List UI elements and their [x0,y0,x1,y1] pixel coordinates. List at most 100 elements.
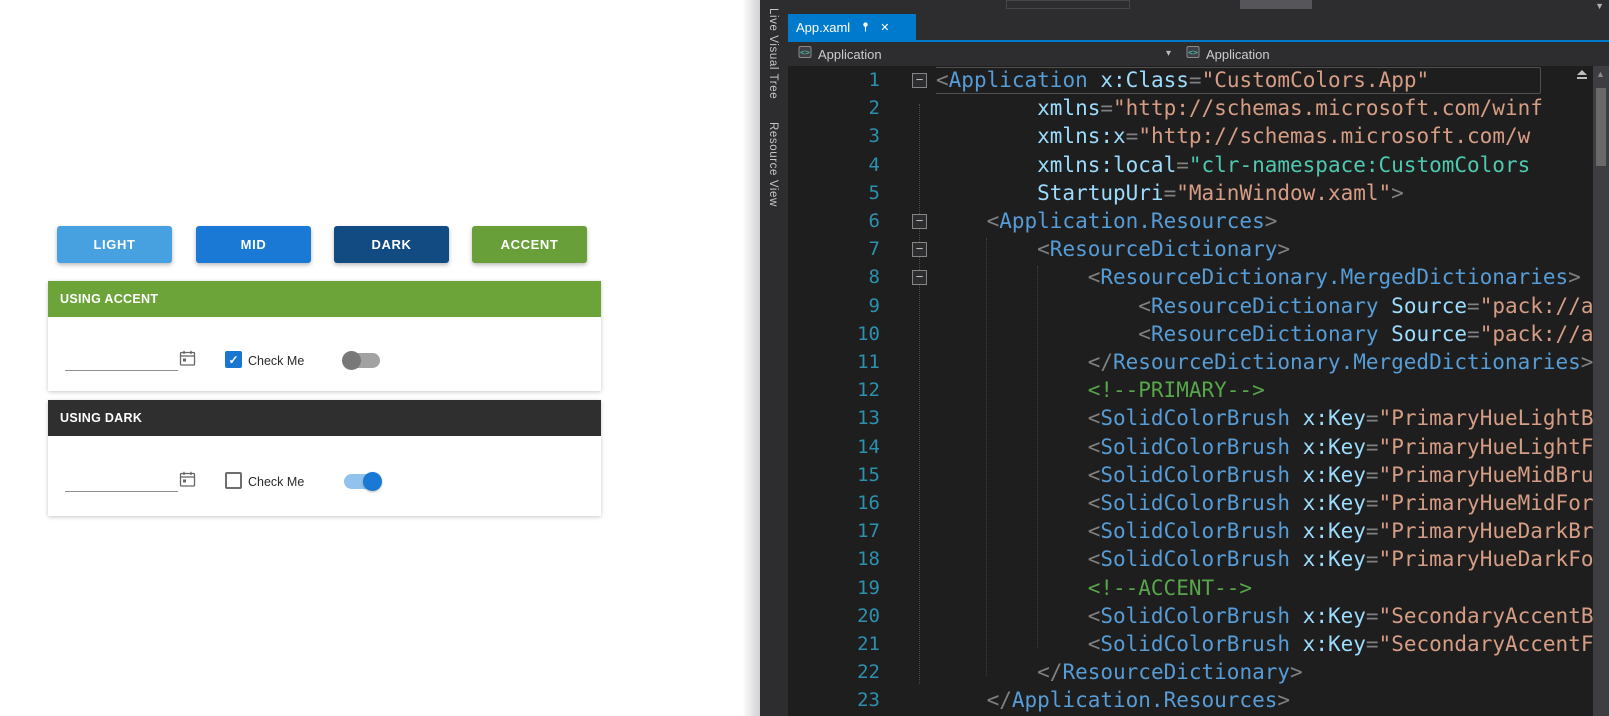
code-line[interactable]: <SolidColorBrush x:Key="SecondaryAccentF [936,630,1593,658]
line-number: 6 [788,207,880,235]
group-header: USING ACCENT [48,281,601,317]
code-line[interactable]: <Application x:Class="CustomColors.App" [936,66,1593,94]
toggle-on[interactable] [344,474,380,489]
code-line[interactable]: <ResourceDictionary Source="pack://a [936,292,1593,320]
line-number-gutter: 1234567891011121314151617181920212223 [788,66,880,716]
fold-collapse-icon[interactable]: − [912,242,927,257]
code-line[interactable]: <SolidColorBrush x:Key="PrimaryHueDarkBr [936,517,1593,545]
code-line[interactable]: <ResourceDictionary.MergedDictionaries> [936,263,1593,291]
vs-editor-area: ▼ App.xaml ✕ <> [788,0,1609,716]
checkbox-label: Check Me [248,475,304,489]
code-line[interactable]: <SolidColorBrush x:Key="PrimaryHueLightB [936,404,1593,432]
code-line[interactable]: <SolidColorBrush x:Key="PrimaryHueDarkFo [936,545,1593,573]
calendar-icon[interactable] [179,350,196,372]
line-number: 1 [788,66,880,94]
code-line[interactable]: </Application.Resources> [936,686,1593,714]
tool-window-tab-strip: Live Visual Tree Resource View [760,0,788,716]
code-line[interactable]: <SolidColorBrush x:Key="PrimaryHueMidBru [936,461,1593,489]
svg-text:<>: <> [800,48,810,57]
button-light[interactable]: LIGHT [57,226,172,263]
code-line[interactable]: <Application.Resources> [936,207,1593,235]
text-field[interactable] [65,460,178,492]
screen: LIGHT MID DARK ACCENT USING ACCENT [0,0,1609,716]
outline-guide-line [919,104,920,684]
code-editor[interactable]: 1234567891011121314151617181920212223 −−… [788,66,1609,716]
line-number: 8 [788,263,880,291]
scrollbar-thumb[interactable] [1596,88,1606,166]
line-number: 18 [788,545,880,573]
button-dark[interactable]: DARK [334,226,449,263]
line-number: 21 [788,630,880,658]
scroll-up-icon[interactable]: ▲ [1596,69,1605,79]
group-using-accent: USING ACCENT ✓ Check Me [48,281,601,391]
type-dropdown[interactable]: <> Application [798,42,882,66]
toolbar-fragment [1240,0,1312,9]
line-number: 3 [788,122,880,150]
tab-app-xaml[interactable]: App.xaml ✕ [788,14,916,40]
fold-collapse-icon[interactable]: − [912,73,927,88]
outlining-gutter: − − − − [884,66,932,716]
tab-resource-view[interactable]: Resource View [767,122,779,207]
fold-collapse-icon[interactable]: − [912,214,927,229]
button-accent[interactable]: ACCENT [472,226,587,263]
editor-split-handle[interactable] [1577,70,1589,84]
text-field[interactable] [65,339,178,371]
toolbar-dropdown-icon[interactable]: ▼ [1595,0,1604,12]
checkbox-label: Check Me [248,354,304,368]
toggle-knob [363,472,382,491]
checkbox-unchecked[interactable] [225,472,242,489]
line-number: 15 [788,461,880,489]
navigation-bar: <> Application ▾ <> Application [788,42,1609,66]
tab-live-visual-tree[interactable]: Live Visual Tree [767,8,779,99]
member-dropdown-label: Application [1206,47,1270,62]
close-icon[interactable]: ✕ [880,21,889,34]
button-mid[interactable]: MID [196,226,311,263]
checkbox-checked[interactable]: ✓ [225,351,242,368]
line-number: 19 [788,574,880,602]
code-line[interactable]: </ResourceDictionary> [936,658,1593,686]
group-header: USING DARK [48,400,601,436]
toggle-off[interactable] [344,353,380,368]
line-number: 11 [788,348,880,376]
line-number: 14 [788,433,880,461]
toggle-knob [342,351,361,370]
code-line[interactable]: <SolidColorBrush x:Key="PrimaryHueMidFor [936,489,1593,517]
group-title: USING ACCENT [60,292,158,306]
code-line[interactable]: <ResourceDictionary Source="pack://a [936,320,1593,348]
line-number: 12 [788,376,880,404]
line-number: 17 [788,517,880,545]
code-line[interactable]: <ResourceDictionary> [936,235,1593,263]
line-number: 20 [788,602,880,630]
line-number: 4 [788,151,880,179]
code-line[interactable]: <SolidColorBrush x:Key="SecondaryAccentB [936,602,1593,630]
line-number: 7 [788,235,880,263]
vertical-scrollbar[interactable]: ▲ [1593,66,1609,716]
toolbar-remnant: ▼ [788,0,1609,14]
code-line[interactable]: xmlns:x="http://schemas.microsoft.com/w [936,122,1593,150]
chevron-down-icon[interactable]: ▾ [1166,48,1171,59]
code-line[interactable]: xmlns="http://schemas.microsoft.com/winf [936,94,1593,122]
code-line[interactable]: <!--ACCENT--> [936,574,1593,602]
group-body: Check Me [48,436,601,516]
group-body: ✓ Check Me [48,317,601,391]
fold-collapse-icon[interactable]: − [912,270,927,285]
toolbar-fragment [1006,0,1130,9]
type-dropdown-label: Application [818,47,882,62]
code-line[interactable]: xmlns:local="clr-namespace:CustomColors [936,151,1593,179]
code-lines[interactable]: <Application x:Class="CustomColors.App"x… [936,66,1593,716]
line-number: 9 [788,292,880,320]
line-number: 16 [788,489,880,517]
line-number: 22 [788,658,880,686]
code-line[interactable]: StartupUri="MainWindow.xaml"> [936,179,1593,207]
pin-icon[interactable] [860,21,871,33]
document-tab-bar: App.xaml ✕ [788,14,1609,40]
class-icon: <> [798,45,812,64]
svg-text:<>: <> [1188,48,1198,57]
code-line[interactable]: <!--PRIMARY--> [936,376,1593,404]
class-icon: <> [1186,45,1200,64]
code-line[interactable]: <SolidColorBrush x:Key="PrimaryHueLightF [936,433,1593,461]
calendar-icon[interactable] [179,471,196,493]
code-line[interactable]: </ResourceDictionary.MergedDictionaries> [936,348,1593,376]
checkmark-icon: ✓ [228,354,238,366]
member-dropdown[interactable]: <> Application [1186,42,1270,66]
